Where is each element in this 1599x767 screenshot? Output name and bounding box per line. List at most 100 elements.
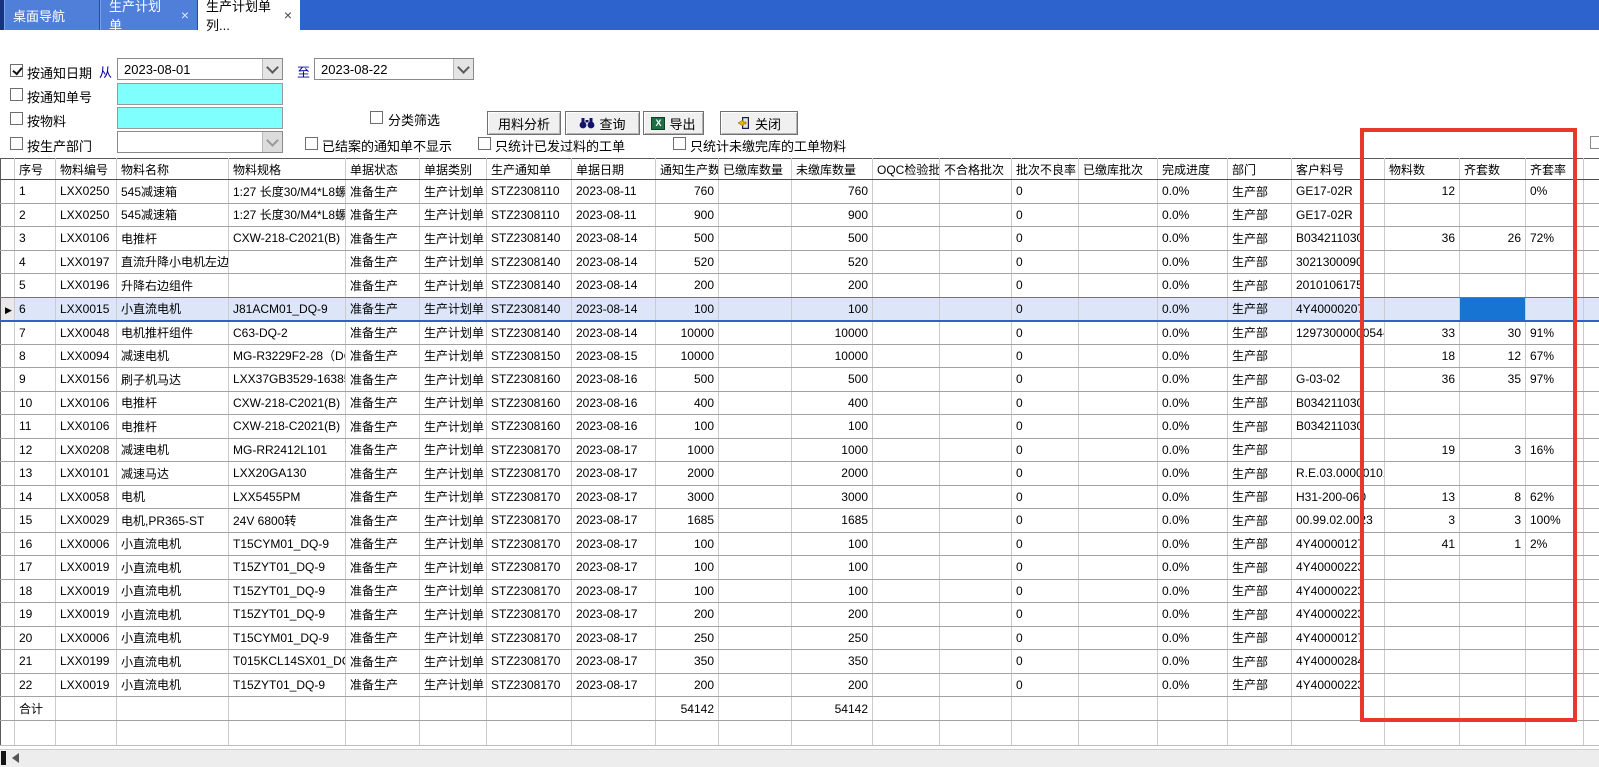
cell-doc_status[interactable]: 准备生产 bbox=[346, 368, 420, 392]
cell-material_code[interactable]: LXX0094 bbox=[56, 344, 117, 368]
horizontal-scrollbar[interactable] bbox=[0, 749, 1599, 767]
cell-doc_type[interactable]: 生产计划单 bbox=[420, 321, 487, 345]
cell-idx[interactable]: 6 bbox=[15, 297, 56, 321]
cell-dept[interactable]: 生产部 bbox=[1228, 650, 1292, 674]
cell-idx[interactable]: 4 bbox=[15, 250, 56, 274]
cell-doc_type[interactable]: 生产计划单 bbox=[420, 297, 487, 321]
cell-idx[interactable]: 13 bbox=[15, 462, 56, 486]
cell-dept[interactable]: 生产部 bbox=[1228, 391, 1292, 415]
cell-doc_status[interactable]: 准备生产 bbox=[346, 603, 420, 627]
scroll-left-arrow-icon[interactable] bbox=[12, 753, 19, 763]
cell-extra[interactable] bbox=[1584, 368, 1599, 392]
cell-unqualified_batches[interactable] bbox=[940, 626, 1012, 650]
cell-notice_qty[interactable]: 100 bbox=[656, 556, 719, 580]
cell-paid_in_qty[interactable] bbox=[719, 368, 792, 392]
cell-oqc_batches[interactable] bbox=[873, 368, 940, 392]
cell-unqualified_batches[interactable] bbox=[940, 532, 1012, 556]
cell-notice_qty[interactable]: 100 bbox=[656, 415, 719, 439]
cell-paid_in_batches[interactable] bbox=[1079, 227, 1158, 251]
cell-paid_in_batches[interactable] bbox=[1079, 626, 1158, 650]
cell-doc_status[interactable]: 准备生产 bbox=[346, 180, 420, 204]
cell-material_name[interactable]: 小直流电机 bbox=[117, 626, 229, 650]
cell-spec[interactable]: T15CYM01_DQ-9 bbox=[229, 532, 346, 556]
cell-progress[interactable]: 0.0% bbox=[1158, 250, 1228, 274]
cell-unqualified_batches[interactable] bbox=[940, 650, 1012, 674]
cell-complete_set_count[interactable] bbox=[1460, 673, 1526, 697]
cell-material_name[interactable]: 减速电机 bbox=[117, 344, 229, 368]
cell-paid_in_qty[interactable] bbox=[719, 203, 792, 227]
cell-progress[interactable]: 0.0% bbox=[1158, 203, 1228, 227]
cell-material_name[interactable]: 电机,PR365-ST bbox=[117, 509, 229, 533]
cell-material_count[interactable] bbox=[1385, 462, 1460, 486]
cell-doc_date[interactable]: 2023-08-17 bbox=[572, 556, 656, 580]
cell-unqualified_batches[interactable] bbox=[940, 203, 1012, 227]
cell-dept[interactable]: 生产部 bbox=[1228, 579, 1292, 603]
table-row[interactable]: 16LXX0006小直流电机T15CYM01_DQ-9准备生产生产计划单STZ2… bbox=[1, 532, 1599, 556]
cell-extra[interactable] bbox=[1584, 462, 1599, 486]
cell-material_name[interactable]: 小直流电机 bbox=[117, 673, 229, 697]
cell-unpaid_qty[interactable]: 350 bbox=[792, 650, 873, 674]
cell-spec[interactable]: MG-RR2412L101 bbox=[229, 438, 346, 462]
cell-batch_defect_rate[interactable]: 0 bbox=[1012, 532, 1079, 556]
cell-dept[interactable]: 生产部 bbox=[1228, 485, 1292, 509]
cell-spec[interactable] bbox=[229, 250, 346, 274]
cell-customer_part_no[interactable]: 4Y40000223 bbox=[1292, 673, 1385, 697]
cell-doc_status[interactable]: 准备生产 bbox=[346, 344, 420, 368]
cell-dept[interactable]: 生产部 bbox=[1228, 415, 1292, 439]
cell-batch_defect_rate[interactable]: 0 bbox=[1012, 485, 1079, 509]
table-row[interactable]: 2LXX0250545减速箱1:27 长度30/M4*L8螺准备生产生产计划单S… bbox=[1, 203, 1599, 227]
cell-notice_qty[interactable]: 250 bbox=[656, 626, 719, 650]
cell-spec[interactable]: T15CYM01_DQ-9 bbox=[229, 626, 346, 650]
cell-customer_part_no[interactable]: 4Y40000284 bbox=[1292, 650, 1385, 674]
cell-paid_in_qty[interactable] bbox=[719, 532, 792, 556]
cell-unqualified_batches[interactable] bbox=[940, 509, 1012, 533]
cell-oqc_batches[interactable] bbox=[873, 180, 940, 204]
cell-material_count[interactable] bbox=[1385, 203, 1460, 227]
cell-material_code[interactable]: LXX0250 bbox=[56, 203, 117, 227]
cell-prod_notice[interactable]: STZ2308140 bbox=[487, 321, 572, 345]
cell-paid_in_batches[interactable] bbox=[1079, 438, 1158, 462]
table-row[interactable]: 17LXX0019小直流电机T15ZYT01_DQ-9准备生产生产计划单STZ2… bbox=[1, 556, 1599, 580]
cell-unpaid_qty[interactable]: 250 bbox=[792, 626, 873, 650]
material-analysis-button[interactable]: 用料分析 bbox=[487, 111, 561, 135]
table-row[interactable]: 7LXX0048电机推杆组件C63-DQ-2准备生产生产计划单STZ230814… bbox=[1, 321, 1599, 345]
cell-doc_status[interactable]: 准备生产 bbox=[346, 297, 420, 321]
row-selector-gutter[interactable] bbox=[1, 721, 15, 746]
table-row[interactable]: 15LXX0029电机,PR365-ST24V 6800转准备生产生产计划单ST… bbox=[1, 509, 1599, 533]
cell-batch_defect_rate[interactable]: 0 bbox=[1012, 250, 1079, 274]
row-selector-gutter[interactable] bbox=[1, 438, 15, 462]
cell-material_name[interactable]: 545减速箱 bbox=[117, 180, 229, 204]
cell-paid_in_batches[interactable] bbox=[1079, 509, 1158, 533]
cell-batch_defect_rate[interactable]: 0 bbox=[1012, 203, 1079, 227]
cell-paid_in_batches[interactable] bbox=[1079, 203, 1158, 227]
column-header-spec[interactable]: 物料规格 bbox=[229, 159, 346, 180]
cell-complete_set_rate[interactable]: 0% bbox=[1526, 180, 1584, 204]
partial-checkbox[interactable] bbox=[1590, 136, 1599, 149]
row-selector-gutter[interactable] bbox=[1, 485, 15, 509]
cell-dept[interactable]: 生产部 bbox=[1228, 321, 1292, 345]
cell-complete_set_rate[interactable] bbox=[1526, 626, 1584, 650]
row-selector-gutter[interactable] bbox=[1, 321, 15, 345]
classify-filter-checkbox[interactable] bbox=[370, 111, 383, 124]
cell-batch_defect_rate[interactable]: 0 bbox=[1012, 274, 1079, 298]
cell-complete_set_count[interactable] bbox=[1460, 603, 1526, 627]
cell-complete_set_rate[interactable]: 62% bbox=[1526, 485, 1584, 509]
cell-complete_set_count[interactable] bbox=[1460, 180, 1526, 204]
cell-progress[interactable]: 0.0% bbox=[1158, 368, 1228, 392]
cell-doc_status[interactable]: 准备生产 bbox=[346, 462, 420, 486]
cell-spec[interactable]: 1:27 长度30/M4*L8螺 bbox=[229, 203, 346, 227]
cell-doc_status[interactable]: 准备生产 bbox=[346, 321, 420, 345]
cell-doc_date[interactable]: 2023-08-17 bbox=[572, 532, 656, 556]
cell-doc_date[interactable]: 2023-08-14 bbox=[572, 250, 656, 274]
cell-material_code[interactable]: LXX0199 bbox=[56, 650, 117, 674]
cell-extra[interactable] bbox=[1584, 391, 1599, 415]
cell-complete_set_count[interactable]: 26 bbox=[1460, 227, 1526, 251]
cell-customer_part_no[interactable]: G-03-02 bbox=[1292, 368, 1385, 392]
cell-batch_defect_rate[interactable]: 0 bbox=[1012, 344, 1079, 368]
cell-material_code[interactable]: LXX0019 bbox=[56, 579, 117, 603]
cell-doc_date[interactable]: 2023-08-16 bbox=[572, 368, 656, 392]
cell-paid_in_qty[interactable] bbox=[719, 438, 792, 462]
cell-dept[interactable]: 生产部 bbox=[1228, 603, 1292, 627]
cell-complete_set_rate[interactable] bbox=[1526, 650, 1584, 674]
cell-material_count[interactable] bbox=[1385, 626, 1460, 650]
